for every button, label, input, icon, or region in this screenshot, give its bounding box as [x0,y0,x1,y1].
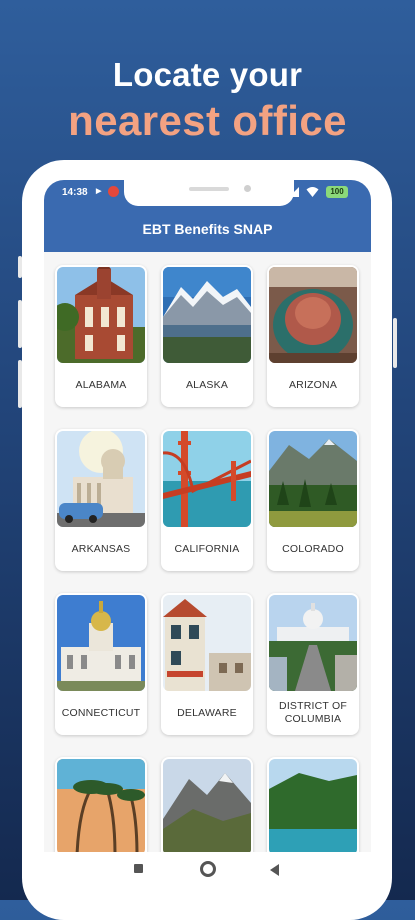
state-photo [57,759,145,852]
state-label: DELAWARE [177,706,237,719]
phone-side-button [393,318,397,368]
state-photo [163,431,251,527]
promo-headline-line2: nearest office [68,97,347,144]
state-photo [269,759,357,852]
state-label: DISTRICT OF COLUMBIA [279,700,347,725]
state-photo [163,759,251,852]
phone-side-button [18,300,22,348]
square-icon[interactable] [134,864,143,873]
battery-icon: 100 [326,186,348,198]
state-label: ALASKA [185,378,229,391]
state-card-california[interactable]: CALIFORNIA [161,429,253,571]
state-label: CALIFORNIA [174,542,240,555]
state-card[interactable] [267,757,359,852]
state-photo [163,267,251,363]
state-label: ALABAMA [75,378,127,391]
phone-side-button [18,360,22,408]
state-card[interactable] [55,757,147,852]
state-photo [269,595,357,691]
app-title: EBT Benefits SNAP [142,221,273,237]
state-photo [57,431,145,527]
front-camera [244,185,251,192]
states-grid: ALABAMA ALASKA ARIZONA ARKANSAS CALIFORN… [44,252,371,852]
state-photo [269,431,357,527]
phone-screen: 14:38 ▶ 100 EBT Benefits SNAP ALABAMA AL… [44,180,371,886]
battery-level: 100 [330,187,344,196]
state-card-district-of-columbia[interactable]: DISTRICT OF COLUMBIA [267,593,359,735]
phone-side-button [18,256,22,278]
state-card-colorado[interactable]: COLORADO [267,429,359,571]
state-photo [57,267,145,363]
state-photo [269,267,357,363]
wifi-icon [306,186,319,201]
state-card-arizona[interactable]: ARIZONA [267,265,359,407]
state-photo [163,595,251,691]
circle-icon[interactable] [200,861,216,877]
notification-badge-icon [108,186,119,197]
speaker-grille [189,187,229,191]
state-card-alabama[interactable]: ALABAMA [55,265,147,407]
play-icon: ▶ [96,188,102,195]
status-time: 14:38 [62,187,88,198]
state-card[interactable] [161,757,253,852]
state-card-delaware[interactable]: DELAWARE [161,593,253,735]
state-label: ARKANSAS [71,542,131,555]
camera-notch [124,180,294,206]
state-card-arkansas[interactable]: ARKANSAS [55,429,147,571]
state-card-alaska[interactable]: ALASKA [161,265,253,407]
promo-headline-line1: Locate your [112,56,303,93]
state-label: ARIZONA [288,378,338,391]
app-bar: EBT Benefits SNAP [44,206,371,252]
state-photo [57,595,145,691]
state-card-connecticut[interactable]: CONNECTICUT [55,593,147,735]
triangle-back-icon[interactable] [270,863,280,881]
state-label: COLORADO [282,542,344,555]
system-nav-bar [44,852,371,886]
state-label: CONNECTICUT [61,706,141,719]
